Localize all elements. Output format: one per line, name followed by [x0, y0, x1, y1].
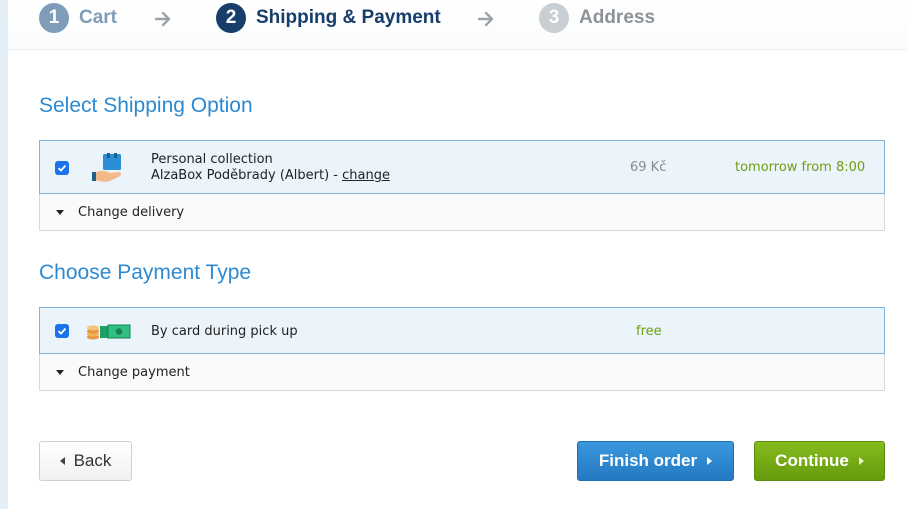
step-number: 1 — [39, 3, 69, 33]
payment-box: By card during pick up free Change payme… — [39, 307, 885, 391]
finish-order-label: Finish order — [598, 451, 698, 470]
shipping-price: 69 Kč — [630, 160, 667, 175]
caret-down-icon — [56, 210, 64, 215]
change-payment-toggle[interactable]: Change payment — [56, 365, 190, 380]
step-shipping-payment: 2 Shipping & Payment — [216, 3, 441, 33]
cash-coins-icon — [87, 324, 131, 340]
shipping-box: Personal collection AlzaBox Poděbrady (A… — [39, 140, 885, 231]
continue-label: Continue — [775, 451, 849, 470]
step-number: 2 — [216, 3, 246, 33]
payment-section-title: Choose Payment Type — [39, 261, 252, 284]
step-number: 3 — [539, 3, 569, 33]
parcel-pickup-icon — [92, 153, 122, 182]
triangle-right-icon — [858, 457, 864, 465]
shipping-section-title: Select Shipping Option — [39, 94, 253, 117]
step-address: 3 Address — [539, 3, 655, 33]
arrow-right-icon — [477, 11, 494, 27]
back-button[interactable]: Back — [39, 441, 132, 481]
shipping-location: AlzaBox Poděbrady (Albert) - change — [151, 168, 390, 183]
checkout-steps: 1 Cart 2 Shipping & Payment 3 Address — [8, 0, 907, 50]
checkout-page: 1 Cart 2 Shipping & Payment 3 Address Se… — [8, 0, 907, 509]
triangle-right-icon — [707, 457, 713, 465]
shipping-option-name: Personal collection — [151, 152, 273, 167]
payment-price: free — [636, 324, 662, 339]
change-delivery-label: Change delivery — [78, 205, 185, 220]
payment-option-name: By card during pick up — [151, 324, 298, 339]
payment-option-row[interactable]: By card during pick up free — [39, 307, 885, 354]
shipping-checkbox[interactable] — [55, 161, 69, 175]
step-label: Address — [579, 7, 656, 28]
arrow-right-icon — [154, 11, 171, 27]
shipping-location-text: AlzaBox Poděbrady (Albert) - — [151, 168, 343, 183]
change-payment-label: Change payment — [78, 365, 190, 380]
continue-button[interactable]: Continue — [754, 441, 885, 481]
step-cart[interactable]: 1 Cart — [39, 3, 117, 33]
shipping-option-row[interactable]: Personal collection AlzaBox Poděbrady (A… — [39, 140, 885, 194]
delivery-time: tomorrow from 8:00 — [735, 160, 866, 175]
payment-checkbox[interactable] — [55, 324, 69, 338]
triangle-left-icon — [59, 457, 65, 465]
finish-order-button[interactable]: Finish order — [577, 441, 734, 481]
back-button-label: Back — [73, 451, 112, 470]
step-label: Cart — [79, 7, 118, 28]
change-location-link[interactable]: change — [342, 168, 390, 183]
change-delivery-toggle[interactable]: Change delivery — [56, 205, 184, 220]
step-label: Shipping & Payment — [256, 7, 441, 28]
caret-down-icon — [56, 370, 64, 375]
